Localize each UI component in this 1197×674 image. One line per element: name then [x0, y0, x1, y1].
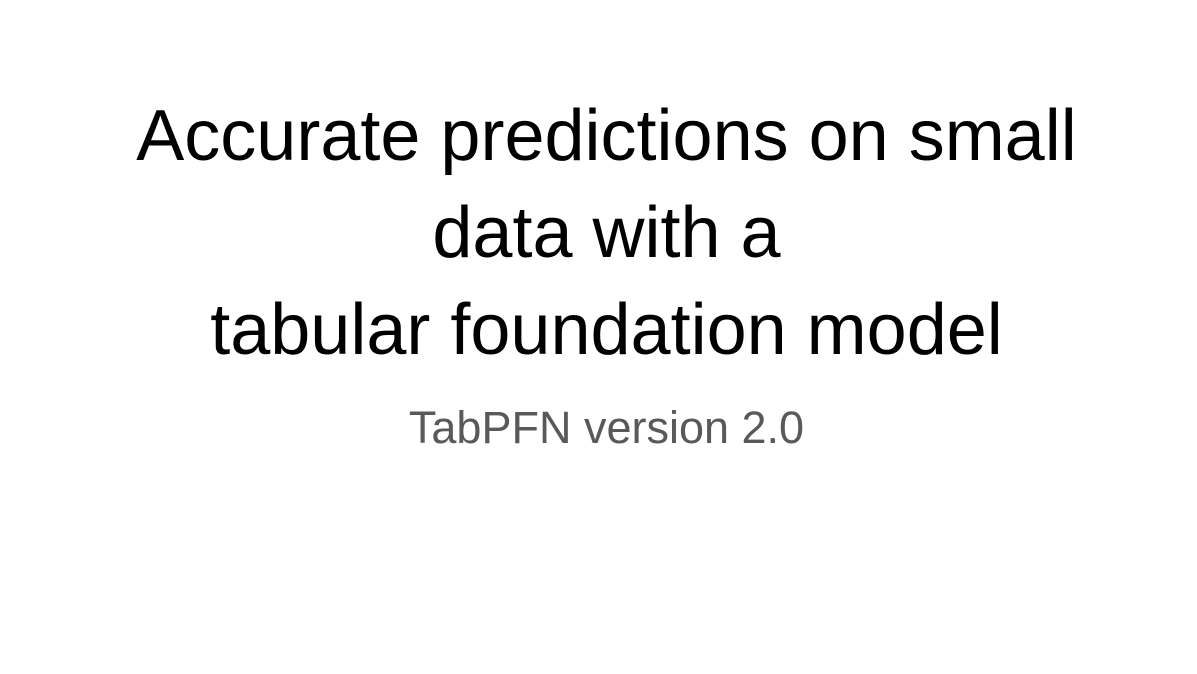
title-line-3: tabular foundation model	[210, 290, 1003, 370]
slide-subtitle: TabPFN version 2.0	[408, 402, 805, 453]
title-line-2: data with a	[432, 193, 781, 273]
title-line-1: Accurate predictions on small	[136, 96, 1077, 176]
slide-title: Accurate predictions on small data with …	[0, 88, 1197, 379]
slide: Accurate predictions on small data with …	[0, 0, 1197, 674]
